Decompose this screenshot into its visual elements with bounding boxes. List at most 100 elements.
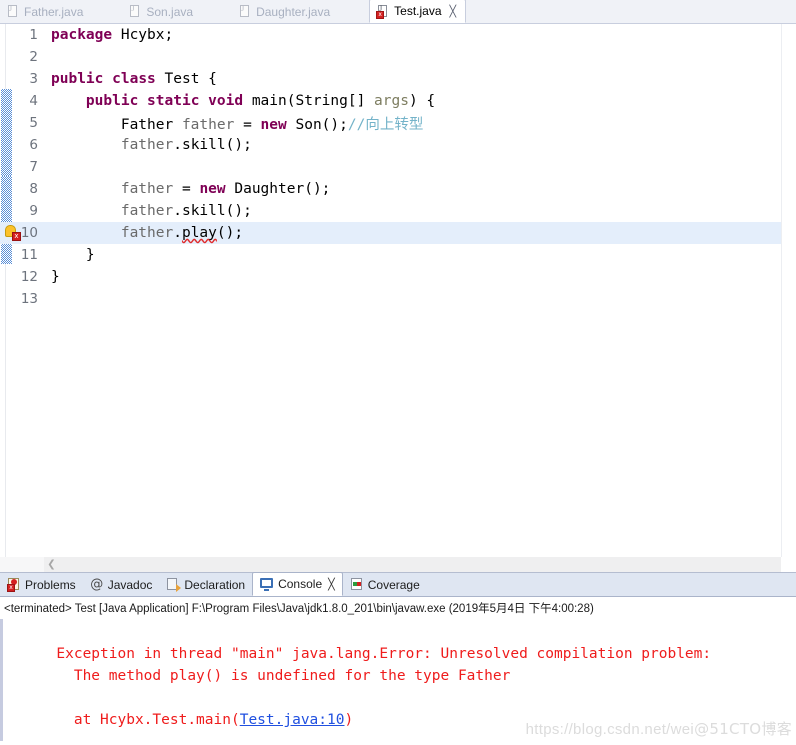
bottom-tab-label: Javadoc [107,577,153,592]
code-text: Father father = new Son();//向上转型 [43,113,423,134]
console-process-label: <terminated> Test [Java Application] F:\… [0,597,796,619]
keyword: static [147,93,200,109]
keyword: public [51,71,104,87]
code-line: 12 } [0,266,796,288]
line-number: 9 [29,203,38,219]
tab-javadoc[interactable]: @ Javadoc [83,573,160,596]
scroll-left-icon[interactable]: ❮ [44,559,59,570]
code-line: 1 package Hcybx; [0,24,796,46]
editor-tab-label: Test.java [394,4,442,18]
editor-tab-label: Son.java [146,4,194,19]
line-number: 3 [29,71,38,87]
java-file-icon: J [130,4,141,18]
code-fragment: .skill(); [173,203,252,219]
bottom-view-stack: x Problems @ Javadoc Declaration Console [0,572,796,745]
editor-tab-son-java[interactable]: J Son.java [122,0,202,23]
code-line: 8 father = new Daughter(); [0,178,796,200]
editor-corner [0,557,44,572]
code-fragment: Hcybx; [112,27,174,43]
code-editor[interactable]: 1 package Hcybx; 2 3 public class Test {… [0,24,796,572]
keyword: class [112,71,156,87]
comment: //向上转型 [347,116,424,133]
error-quickfix-icon[interactable]: x [5,225,21,241]
code-line-current: x 10 father.play(); [0,222,796,244]
bottom-tab-label: Console [278,577,323,591]
code-text: father = new Daughter(); [43,181,331,197]
code-fragment: = [234,116,261,133]
local-variable: father [120,225,174,241]
javadoc-at-icon: @ [90,576,104,592]
bottom-tab-label: Coverage [367,577,420,592]
code-line: 9 father.skill(); [0,200,796,222]
code-line: 13 [0,288,796,310]
line-number: 2 [29,49,38,65]
tab-problems[interactable]: x Problems [0,573,83,596]
undefined-method-token: play [181,225,217,241]
code-fragment: Daughter(); [225,181,331,197]
editor-tab-label: Daughter.java [256,4,331,19]
code-fragment: Father [120,116,182,133]
console-line-4-prefix: at Hcybx.Test.main( [4,712,240,728]
code-line: 4 public static void main(String[] args)… [0,90,796,112]
code-fragment: (); [216,225,244,241]
java-file-icon: J [240,4,251,18]
line-number: 13 [20,291,38,307]
line-number: 6 [29,137,38,153]
line-number: 8 [29,181,38,197]
java-file-icon: J [8,4,19,18]
close-icon[interactable]: ╳ [450,5,457,18]
keyword: void [208,93,244,109]
code-fragment: . [173,225,182,241]
code-line: 11 } [0,244,796,266]
code-fragment: main(String[] [243,93,375,109]
local-variable: father [181,116,235,133]
editor-tab-daughter-java[interactable]: J Daughter.java [232,0,339,23]
bottom-tab-label: Problems [25,577,76,592]
code-line: 3 public class Test { [0,68,796,90]
problems-icon: x [7,577,21,592]
editor-tab-test-java[interactable]: J x Test.java ╳ [369,0,467,23]
code-fragment: = [173,181,200,197]
bottom-view-tab-bar: x Problems @ Javadoc Declaration Console [0,572,796,597]
code-line: 7 [0,156,796,178]
java-file-error-icon: J x [376,4,389,19]
editor-horizontal-scrollbar[interactable]: ❮ [44,557,781,572]
console-left-edge [0,619,3,741]
code-text: public class Test { [43,71,217,87]
tab-declaration[interactable]: Declaration [159,573,252,596]
console-line-1: Exception in thread "main" java.lang.Err… [56,646,720,662]
keyword: package [51,27,113,43]
editor-tab-father-java[interactable]: J Father.java [0,0,92,23]
console-line-2: The method play() is undefined for the t… [4,668,511,684]
code-text: father.play(); [43,225,243,241]
bottom-tab-label: Declaration [184,577,246,592]
code-text: father.skill(); [43,203,252,219]
keyword: new [199,181,226,197]
local-variable: father [120,181,174,197]
overview-ruler[interactable] [781,24,796,557]
declaration-icon [166,577,182,592]
code-line: 5 Father father = new Son();//向上转型 [0,112,796,134]
code-fragment: ) { [408,93,436,109]
code-lines: 1 package Hcybx; 2 3 public class Test {… [0,24,796,572]
close-icon[interactable]: ╳ [328,578,335,591]
parameter-name: args [374,93,409,109]
stacktrace-link[interactable]: Test.java:10 [240,712,345,728]
keyword: public [85,93,139,109]
code-fragment: Test { [155,71,217,87]
console-line-4-suffix: ) [344,712,354,728]
code-fragment: .skill(); [173,137,252,153]
keyword: new [260,116,287,133]
code-text: father.skill(); [43,137,252,153]
tab-coverage[interactable]: Coverage [343,573,427,596]
code-line: 2 [0,46,796,68]
coverage-icon [350,577,364,592]
local-variable: father [120,203,174,219]
console-output[interactable]: Exception in thread "main" java.lang.Err… [0,619,796,741]
tab-console[interactable]: Console ╳ [252,572,343,596]
code-text: package Hcybx; [43,27,173,43]
error-badge: x [376,10,385,19]
line-number: 1 [29,27,38,43]
editor-tab-label: Father.java [24,4,84,19]
console-icon [260,577,274,591]
